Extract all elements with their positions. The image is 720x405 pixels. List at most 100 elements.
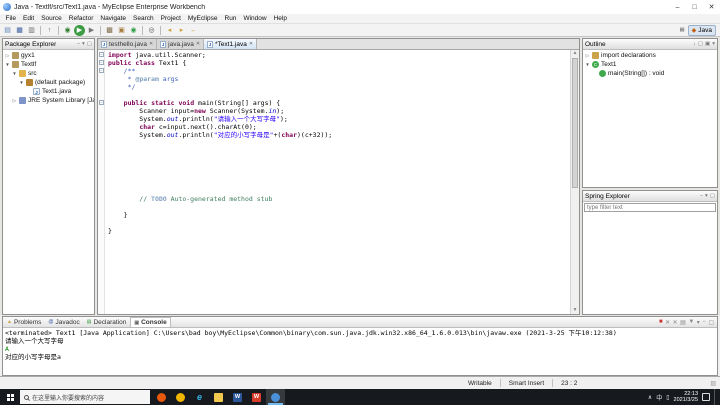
- media-player-icon[interactable]: [171, 389, 190, 405]
- tree-item-text1-java[interactable]: J Text1.java: [3, 87, 94, 96]
- new-wizard-icon[interactable]: ▤: [2, 25, 13, 36]
- back-icon[interactable]: ◂: [164, 25, 175, 36]
- pin-console-icon[interactable]: ▾: [697, 319, 700, 326]
- tree-item-textlf[interactable]: ▼ Textlf: [3, 60, 94, 69]
- firefox-icon[interactable]: [152, 389, 171, 405]
- menu-item-run[interactable]: Run: [221, 15, 240, 22]
- outline-item[interactable]: ▼ C Text1: [583, 60, 717, 69]
- code-editor[interactable]: import java.util.Scanner; public class Te…: [105, 50, 570, 314]
- start-button[interactable]: [0, 389, 20, 405]
- outline-item[interactable]: main(String[]) : void: [583, 69, 717, 78]
- package-explorer-header[interactable]: Package Explorer − ▾ ▢: [3, 39, 94, 50]
- minimize-panel-icon[interactable]: −: [702, 319, 706, 325]
- sort-icon[interactable]: ↓: [693, 41, 696, 47]
- console-output[interactable]: <terminated> Text1 [Java Application] C:…: [3, 328, 717, 375]
- search-icon[interactable]: ◎: [146, 25, 157, 36]
- terminate-icon[interactable]: ■: [659, 319, 663, 325]
- scroll-down-icon[interactable]: ▼: [573, 307, 578, 314]
- myeclipse-taskbar-icon[interactable]: [266, 389, 285, 405]
- minimize-panel-icon[interactable]: ▢: [710, 193, 715, 199]
- taskbar-clock[interactable]: 22:13 2021/3/25: [674, 391, 698, 404]
- taskbar-search[interactable]: 在这里输入你要搜索的内容: [20, 390, 150, 404]
- expander-icon[interactable]: ▼: [19, 78, 24, 87]
- editor-tab[interactable]: J *Text1.java ✕: [204, 39, 258, 49]
- menu-item-source[interactable]: Source: [38, 15, 66, 22]
- maximize-button[interactable]: □: [686, 0, 703, 14]
- menu-item-refactor[interactable]: Refactor: [65, 15, 97, 22]
- console-tab-declaration[interactable]: ▤ Declaration: [84, 317, 130, 327]
- titlebar[interactable]: Java - Textlf/src/Text1.java - MyEclipse…: [0, 0, 720, 14]
- deploy-icon[interactable]: ↑: [44, 25, 55, 36]
- new-package-icon[interactable]: ▣: [116, 25, 127, 36]
- notification-center-icon[interactable]: [702, 393, 710, 401]
- menu-item-edit[interactable]: Edit: [19, 15, 37, 22]
- remove-launch-icon[interactable]: ✕: [665, 319, 670, 326]
- expander-icon[interactable]: ▼: [12, 69, 17, 78]
- tree-item-src[interactable]: ▼ src: [3, 69, 94, 78]
- open-perspective-icon[interactable]: ▦: [679, 27, 684, 33]
- outline-header[interactable]: Outline ↓ ▢ ▣ ▾: [583, 39, 717, 50]
- maximize-panel-icon[interactable]: ▢: [708, 319, 714, 326]
- expander-icon[interactable]: ▼: [5, 60, 10, 69]
- menu-item-myeclipse[interactable]: MyEclipse: [184, 15, 221, 22]
- editor-tab[interactable]: Jtesthello.java ✕: [98, 39, 158, 49]
- close-tab-icon[interactable]: ✕: [149, 41, 153, 47]
- view-menu-icon[interactable]: ▾: [82, 41, 85, 47]
- menu-item-file[interactable]: File: [2, 15, 19, 22]
- fold-toggle-icon[interactable]: −: [99, 100, 104, 105]
- console-tab-problems[interactable]: ▲ Problems: [4, 317, 44, 327]
- fold-toggle-icon[interactable]: −: [99, 60, 104, 65]
- fold-toggle-icon[interactable]: −: [99, 52, 104, 57]
- show-desktop-button[interactable]: [714, 389, 717, 405]
- collapse-all-icon[interactable]: −: [77, 41, 80, 47]
- expander-icon[interactable]: ▼: [585, 60, 590, 69]
- debug-icon[interactable]: ◉: [62, 25, 73, 36]
- outline-item[interactable]: ▷ import declarations: [583, 51, 717, 60]
- clear-console-icon[interactable]: ▤: [680, 319, 686, 326]
- close-tab-icon[interactable]: ✕: [249, 41, 253, 47]
- editor-tab[interactable]: Jjava.java ✕: [157, 39, 205, 49]
- wps-icon[interactable]: W: [247, 389, 266, 405]
- collapse-all-icon[interactable]: −: [700, 193, 703, 199]
- print-icon[interactable]: ▥: [26, 25, 37, 36]
- remove-all-launches-icon[interactable]: ✕: [673, 319, 678, 326]
- last-edit-location-icon[interactable]: ←: [188, 25, 199, 36]
- close-tab-icon[interactable]: ✕: [196, 41, 200, 47]
- expander-icon[interactable]: ▷: [5, 51, 10, 60]
- spring-explorer-header[interactable]: Spring Explorer − ▾ ▢: [583, 191, 717, 202]
- forward-icon[interactable]: ▸: [176, 25, 187, 36]
- console-tab-javadoc[interactable]: @ Javadoc: [45, 317, 82, 327]
- close-button[interactable]: ✕: [703, 0, 720, 14]
- scrollbar-thumb[interactable]: [572, 58, 578, 188]
- word-icon[interactable]: W: [228, 389, 247, 405]
- hide-static-icon[interactable]: ▣: [705, 41, 710, 47]
- ime-indicator[interactable]: 中: [656, 393, 662, 402]
- expander-icon[interactable]: ▷: [12, 96, 17, 105]
- console-tab-console[interactable]: ▣ Console: [130, 317, 171, 327]
- view-menu-icon[interactable]: ▾: [712, 41, 715, 47]
- menu-item-project[interactable]: Project: [157, 15, 184, 22]
- new-java-project-icon[interactable]: ▩: [104, 25, 115, 36]
- external-tools-icon[interactable]: ▶: [86, 25, 97, 36]
- save-icon[interactable]: ▦: [14, 25, 25, 36]
- editor-scrollbar[interactable]: ▲ ▼: [570, 50, 579, 314]
- tree-item-gyx1[interactable]: ▷ gyx1: [3, 51, 94, 60]
- ie-icon[interactable]: e: [190, 389, 209, 405]
- run-icon[interactable]: ▶: [74, 24, 85, 36]
- spring-filter-input[interactable]: type filter text: [584, 203, 716, 212]
- fold-toggle-icon[interactable]: −: [99, 68, 104, 73]
- view-menu-icon[interactable]: ▾: [705, 193, 708, 199]
- menu-item-search[interactable]: Search: [130, 15, 158, 22]
- menu-item-window[interactable]: Window: [240, 15, 270, 22]
- tree-item-default-package[interactable]: ▼ (default package): [3, 78, 94, 87]
- scroll-lock-icon[interactable]: ▼: [688, 319, 694, 325]
- new-class-icon[interactable]: ◉: [128, 25, 139, 36]
- expander-icon[interactable]: ▷: [585, 51, 590, 60]
- minimize-button[interactable]: –: [669, 0, 686, 14]
- hide-fields-icon[interactable]: ▢: [698, 41, 703, 47]
- java-perspective-button[interactable]: ◆ Java: [687, 24, 716, 36]
- menu-item-navigate[interactable]: Navigate: [97, 15, 130, 22]
- battery-icon[interactable]: ▯: [666, 394, 669, 401]
- menu-item-help[interactable]: Help: [270, 15, 290, 22]
- minimize-panel-icon[interactable]: ▢: [87, 41, 92, 47]
